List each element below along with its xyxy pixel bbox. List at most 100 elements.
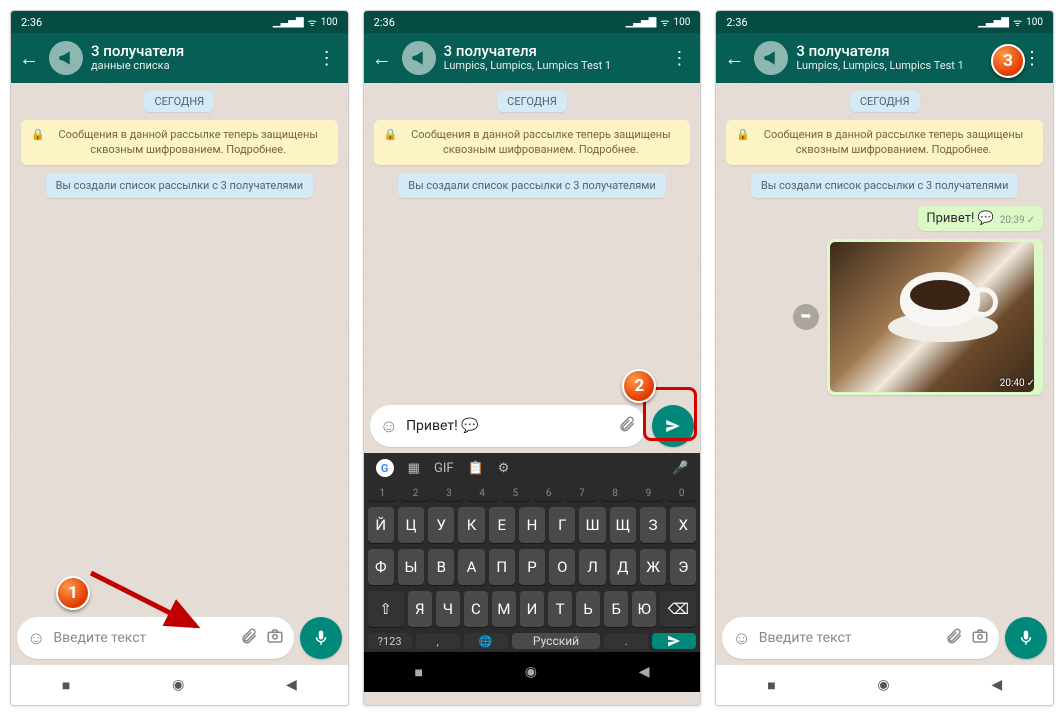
message-input-box[interactable]: ☺ Введите текст bbox=[17, 617, 294, 659]
android-navbar: ■ ◉ ◀ bbox=[716, 665, 1053, 705]
nav-back-icon[interactable]: ◀ bbox=[639, 664, 650, 680]
encryption-notice[interactable]: 🔒 Сообщения в данной рассылке теперь защ… bbox=[21, 120, 338, 165]
symbols-key[interactable]: ?123 bbox=[368, 633, 412, 649]
kb-row-2: ФЫВАПРОЛДЖЭ bbox=[364, 546, 701, 588]
nav-home-icon[interactable]: ◉ bbox=[877, 677, 889, 693]
lock-icon: 🔒 bbox=[384, 127, 398, 142]
signal-icon: ▁▃▅▇ bbox=[626, 17, 657, 28]
broadcast-avatar bbox=[402, 41, 436, 75]
wifi-icon: ᯤ bbox=[308, 15, 317, 29]
broadcast-avatar bbox=[754, 41, 788, 75]
kb-row-1: ЙЦУКЕНГШЩЗХ bbox=[364, 504, 701, 546]
back-icon[interactable]: ← bbox=[370, 46, 394, 71]
screen-3: 2:36 ▁▃▅▇ ᯤ 100 ← 3 получателя Lumpics, Lu… bbox=[715, 10, 1054, 706]
back-icon[interactable]: ← bbox=[17, 46, 41, 71]
signal-icon: ▁▃▅▇ bbox=[978, 17, 1009, 28]
chat-subtitle: Lumpics, Lumpics, Lumpics Test 1 bbox=[796, 60, 1009, 73]
date-chip: СЕГОДНЯ bbox=[497, 91, 567, 112]
check-icon: ✓ bbox=[1027, 215, 1035, 226]
mic-icon[interactable]: 🎤 bbox=[672, 461, 688, 476]
created-notice: Вы создали список рассылки с 3 получател… bbox=[398, 173, 666, 198]
comma-key[interactable]: , bbox=[416, 633, 460, 649]
status-bar: 2:36 ▁▃▅▇ ᯤ 100 bbox=[11, 11, 348, 33]
emoji-icon[interactable]: ☺ bbox=[732, 628, 750, 649]
nav-home-icon[interactable]: ◉ bbox=[525, 664, 537, 680]
google-icon[interactable]: G bbox=[376, 459, 394, 477]
encryption-notice[interactable]: 🔒 Сообщения в данной рассылке теперь защ… bbox=[726, 120, 1043, 165]
chat-title: 3 получателя bbox=[444, 43, 657, 60]
step-badge-3: 3 bbox=[991, 44, 1025, 78]
message-input[interactable]: Привет! 💬 bbox=[406, 418, 610, 434]
lang-key[interactable]: 🌐 bbox=[464, 633, 508, 649]
input-row: ☺ Введите текст bbox=[11, 611, 348, 665]
image-meta: 20:40 ✓ bbox=[1000, 378, 1035, 389]
notes-icon[interactable]: 📋 bbox=[468, 461, 484, 476]
nav-home-icon[interactable]: ◉ bbox=[172, 677, 184, 693]
chat-header[interactable]: ← 3 получателя данные списка ⋮ bbox=[11, 33, 348, 83]
screen-1: 2:36 ▁▃▅▇ ᯤ 100 ← 3 получателя данные сп… bbox=[10, 10, 349, 706]
clock: 2:36 bbox=[374, 16, 395, 29]
header-text[interactable]: 3 получателя данные списка bbox=[91, 43, 304, 73]
attach-icon[interactable] bbox=[240, 627, 258, 650]
status-icons: ▁▃▅▇ ᯤ 100 bbox=[978, 15, 1043, 29]
wifi-icon: ᯤ bbox=[660, 15, 669, 29]
message-text: Привет! 💬 bbox=[926, 211, 993, 226]
emoji-icon[interactable]: ☺ bbox=[27, 628, 45, 649]
coffee-image bbox=[830, 242, 1034, 392]
message-meta: 20:39 ✓ bbox=[1000, 215, 1035, 226]
android-navbar: ■ ◉ ◀ bbox=[11, 665, 348, 705]
chat-area: СЕГОДНЯ 🔒 Сообщения в данной рассылке те… bbox=[11, 83, 348, 611]
chat-area: СЕГОДНЯ 🔒 Сообщения в данной рассылке те… bbox=[716, 83, 1053, 611]
forward-icon[interactable]: ➥ bbox=[793, 304, 819, 330]
message-outgoing[interactable]: Привет! 💬 20:39 ✓ bbox=[918, 206, 1043, 231]
mic-button[interactable] bbox=[1005, 617, 1047, 659]
clipboard-icon[interactable]: ▦ bbox=[408, 461, 420, 476]
nav-recent-icon[interactable]: ■ bbox=[415, 664, 423, 681]
message-input[interactable]: Введите текст bbox=[759, 630, 937, 646]
android-navbar: ■ ◉ ◀ bbox=[364, 652, 701, 692]
mic-button[interactable] bbox=[300, 617, 342, 659]
chat-header[interactable]: ← 3 получателя Lumpics, Lumpics, Lumpics… bbox=[364, 33, 701, 83]
message-input-box[interactable]: ☺ Привет! 💬 bbox=[370, 405, 647, 447]
send-button[interactable] bbox=[652, 405, 694, 447]
emoji-icon[interactable]: ☺ bbox=[380, 416, 398, 437]
kb-row-bottom: ?123 , 🌐 Русский . bbox=[364, 630, 701, 652]
camera-icon[interactable] bbox=[266, 627, 284, 650]
screen-2: 2:36 ▁▃▅▇ᯤ100 ← 3 получателя Lumpics, Lu… bbox=[363, 10, 702, 706]
attach-icon[interactable] bbox=[945, 627, 963, 650]
wifi-icon: ᯤ bbox=[1013, 15, 1022, 29]
back-icon[interactable]: ← bbox=[722, 46, 746, 71]
chat-subtitle: Lumpics, Lumpics, Lumpics Test 1 bbox=[444, 60, 657, 73]
shift-key[interactable]: ⇧ bbox=[368, 591, 404, 627]
more-icon[interactable]: ⋮ bbox=[664, 48, 694, 69]
message-input-box[interactable]: ☺ Введите текст bbox=[722, 617, 999, 659]
gif-icon[interactable]: GIF bbox=[434, 461, 454, 476]
keyboard-toolbar: G ▦ GIF 📋 ⚙ 🎤 bbox=[364, 453, 701, 483]
nav-back-icon[interactable]: ◀ bbox=[286, 677, 297, 693]
input-row: ☺ Введите текст bbox=[716, 611, 1053, 665]
created-notice: Вы создали список рассылки с 3 получател… bbox=[46, 173, 314, 198]
attach-icon[interactable] bbox=[618, 415, 636, 438]
battery-icon: 100 bbox=[1026, 17, 1043, 28]
nav-recent-icon[interactable]: ■ bbox=[767, 677, 775, 694]
encryption-notice[interactable]: 🔒 Сообщения в данной рассылке теперь защ… bbox=[374, 120, 691, 165]
camera-icon[interactable] bbox=[971, 627, 989, 650]
chat-subtitle: данные списка bbox=[91, 60, 304, 73]
more-icon[interactable]: ⋮ bbox=[312, 48, 342, 69]
backspace-key[interactable]: ⌫ bbox=[660, 591, 696, 627]
created-notice: Вы создали список рассылки с 3 получател… bbox=[751, 173, 1019, 198]
status-icons: ▁▃▅▇ᯤ100 bbox=[626, 15, 691, 29]
period-key[interactable]: . bbox=[604, 633, 648, 649]
clock: 2:36 bbox=[726, 16, 747, 29]
kb-send-key[interactable] bbox=[652, 633, 696, 649]
clock: 2:36 bbox=[21, 16, 42, 29]
status-bar: 2:36 ▁▃▅▇ᯤ100 bbox=[364, 11, 701, 33]
nav-recent-icon[interactable]: ■ bbox=[62, 677, 70, 694]
message-input[interactable]: Введите текст bbox=[53, 630, 231, 646]
image-message[interactable]: ➥ 20:40 ✓ bbox=[827, 239, 1043, 395]
nav-back-icon[interactable]: ◀ bbox=[991, 677, 1002, 693]
chat-title: 3 получателя bbox=[796, 43, 1009, 60]
keyboard[interactable]: G ▦ GIF 📋 ⚙ 🎤 1234567890 ЙЦУКЕНГШЩЗХ ФЫВ… bbox=[364, 453, 701, 652]
space-key[interactable]: Русский bbox=[512, 633, 601, 649]
settings-icon[interactable]: ⚙ bbox=[498, 461, 510, 476]
